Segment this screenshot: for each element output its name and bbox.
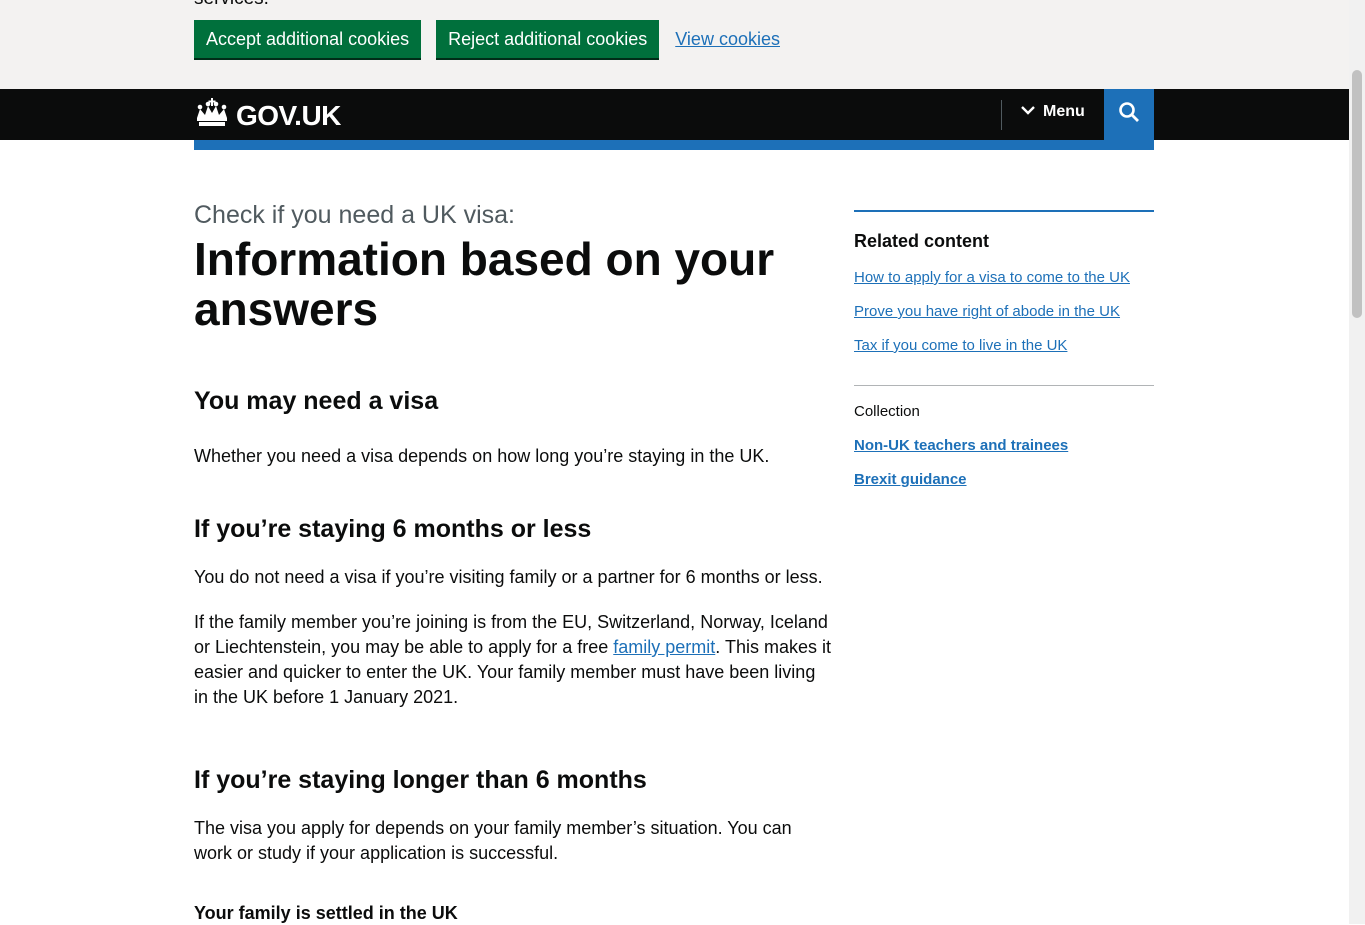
site-header: GOV.UK Menu (0, 89, 1349, 140)
subheading-family-settled: Your family is settled in the UK (194, 903, 458, 923)
accept-cookies-button[interactable]: Accept additional cookies (194, 20, 422, 58)
related-link-apply-visa[interactable]: How to apply for a visa to come to the U… (854, 269, 1154, 286)
reject-cookies-button[interactable]: Reject additional cookies (436, 20, 660, 58)
cookie-banner: services. Accept additional cookies Reje… (0, 0, 1349, 89)
chevron-down-icon (1020, 103, 1036, 121)
collection-link-teachers[interactable]: Non-UK teachers and trainees (854, 437, 1154, 454)
main-content: Check if you need a UK visa: Information… (194, 196, 834, 925)
crown-icon (194, 98, 230, 133)
page-caption: Check if you need a UK visa: (194, 201, 515, 229)
section-heading-may-need-visa: You may need a visa (194, 387, 439, 415)
cookie-banner-text: services. (194, 0, 269, 10)
header-blue-bar (194, 140, 1154, 150)
section-paragraph: The visa you apply for depends on your f… (194, 818, 792, 863)
section-paragraph: You do not need a visa if you’re visitin… (194, 567, 823, 587)
related-content-sidebar: Related content How to apply for a visa … (854, 210, 1154, 488)
scrollbar[interactable] (1349, 0, 1365, 924)
header-divider (1001, 100, 1002, 130)
family-permit-paragraph: If the family member you’re joining is f… (194, 610, 834, 710)
scrollbar-thumb[interactable] (1352, 70, 1362, 318)
section-paragraph: Whether you need a visa depends on how l… (194, 446, 770, 466)
menu-button[interactable]: Menu (1020, 103, 1085, 121)
govuk-logo[interactable]: GOV.UK (194, 98, 341, 133)
collection-label: Collection (854, 403, 920, 420)
sidebar-divider (854, 385, 1154, 386)
cookie-buttons: Accept additional cookies Reject additio… (194, 20, 780, 58)
section-heading-six-months-or-less: If you’re staying 6 months or less (194, 515, 592, 543)
related-link-tax[interactable]: Tax if you come to live in the UK (854, 337, 1154, 354)
collection-link-brexit[interactable]: Brexit guidance (854, 471, 1154, 488)
page-title: Information based on your answers (194, 233, 775, 335)
search-icon (1118, 101, 1140, 128)
view-cookies-link[interactable]: View cookies (675, 29, 780, 50)
logo-text: GOV.UK (236, 99, 341, 131)
related-link-right-of-abode[interactable]: Prove you have right of abode in the UK (854, 303, 1154, 320)
menu-label: Menu (1043, 103, 1085, 120)
search-button[interactable] (1104, 89, 1154, 140)
section-heading-longer-than-six-months: If you’re staying longer than 6 months (194, 766, 647, 794)
related-content-heading: Related content (854, 231, 990, 251)
family-permit-link[interactable]: family permit (613, 637, 715, 657)
